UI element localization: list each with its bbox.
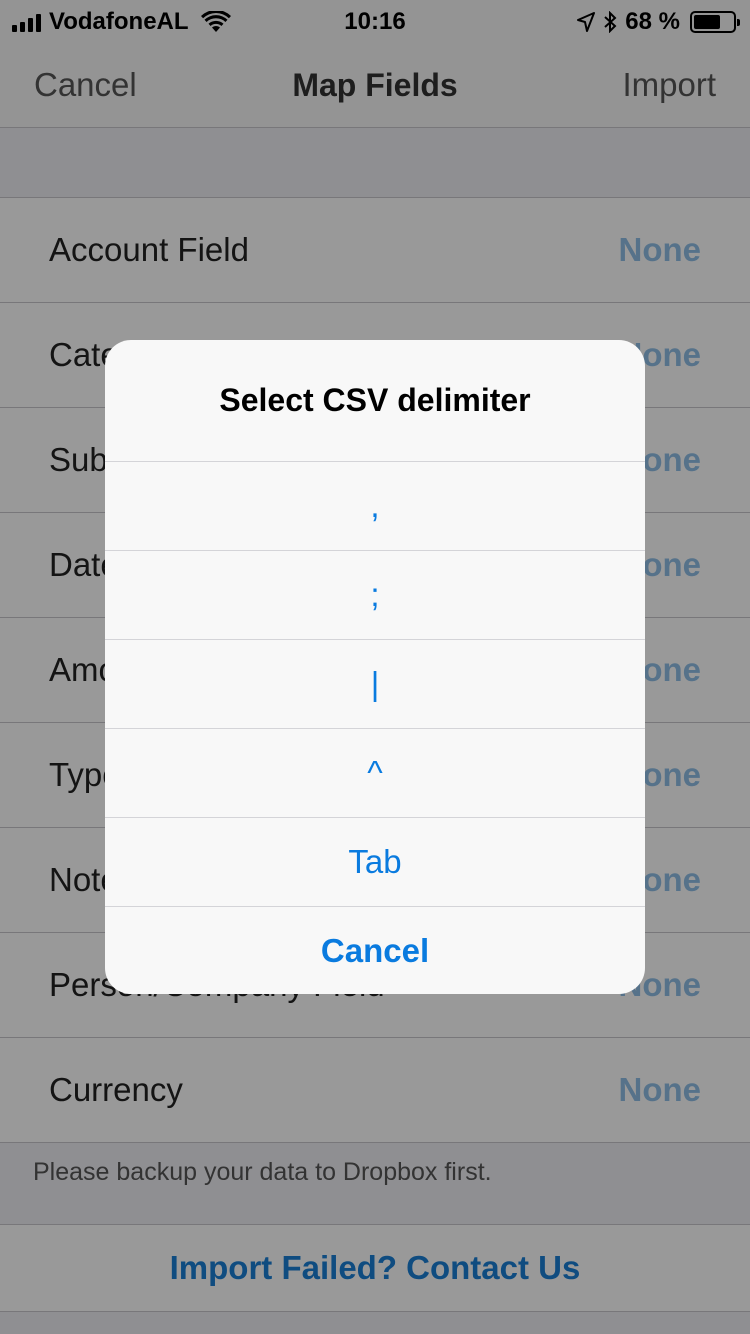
alert-cancel-button[interactable]: Cancel — [105, 906, 645, 994]
delimiter-option-caret[interactable]: ^ — [105, 728, 645, 817]
delimiter-option-pipe[interactable]: | — [105, 639, 645, 728]
alert-title: Select CSV delimiter — [219, 382, 531, 418]
delimiter-option-comma[interactable]: , — [105, 461, 645, 550]
delimiter-alert: Select CSV delimiter , ; | ^ Tab Cancel — [105, 340, 645, 994]
delimiter-option-semicolon[interactable]: ; — [105, 550, 645, 639]
delimiter-option-tab[interactable]: Tab — [105, 817, 645, 906]
